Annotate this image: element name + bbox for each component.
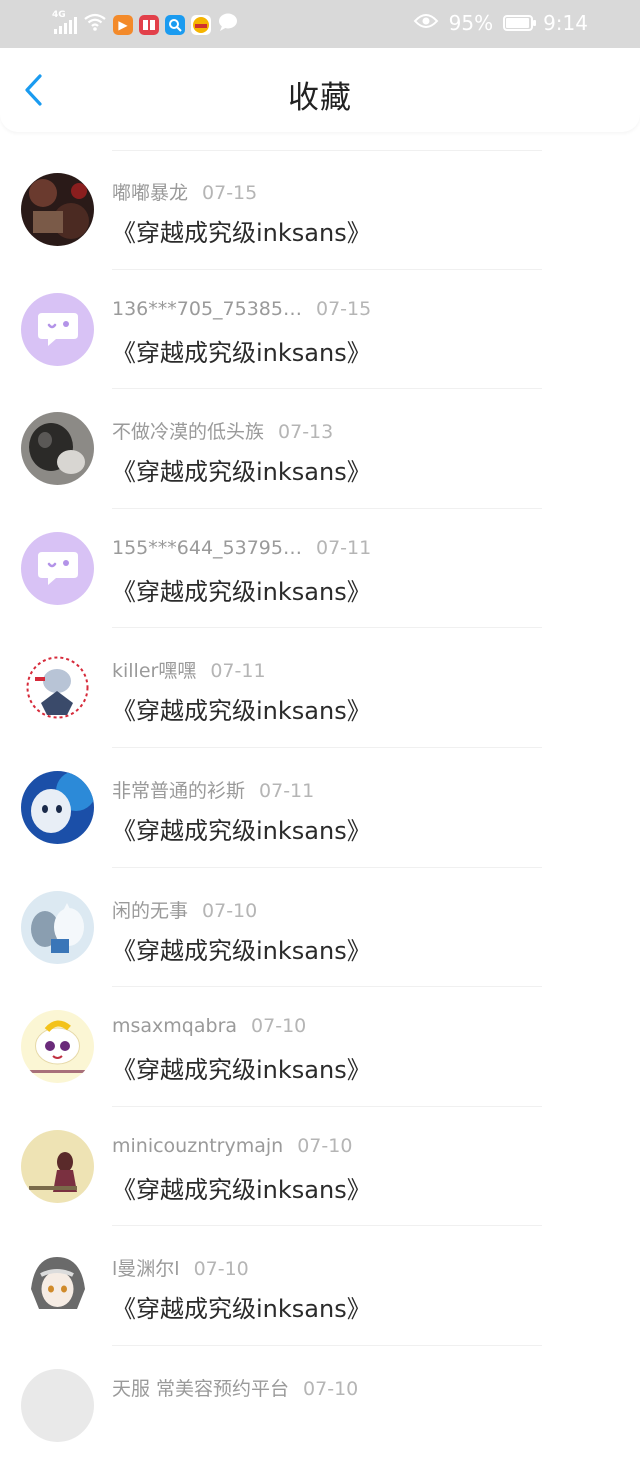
clock-time: 9:14 [543,11,588,35]
date: 07-13 [278,421,334,444]
book-title[interactable]: 《穿越成究级inksans》 [112,452,371,487]
anime-blue-avatar[interactable] [21,770,94,844]
book-title[interactable]: 《穿越成究级inksans》 [112,1170,371,1205]
list-item[interactable]: msaxmqabra 07-10 《穿越成究级inksans》 [0,987,640,1107]
page-title: 收藏 [288,80,352,116]
list-item[interactable]: 155***644_53795… 07-11 《穿越成究级inksans》 [0,509,640,629]
cat-photo-avatar[interactable] [21,412,94,486]
list-item[interactable]: 不做冷漠的低头族 07-13 《穿越成究级inksans》 [0,389,640,509]
book-title[interactable]: 《穿越成究级inksans》 [112,811,371,846]
eye-icon [413,11,439,35]
item-meta: 155***644_53795… 07-11 [112,537,371,559]
item-meta: 嘟嘟暴龙 07-15 [112,178,257,205]
date: 07-11 [210,660,266,683]
item-meta: 天服 常美容预约平台 07-10 [112,1374,358,1401]
date: 07-10 [303,1377,359,1400]
item-meta: killer嘿嘿 07-11 [112,656,266,683]
status-left-icons: 4G ▶ [52,10,239,37]
status-right-icons: 95% 9:14 [413,11,588,35]
list-item[interactable]: killer嘿嘿 07-11 《穿越成究级inksans》 [0,628,640,748]
book-title[interactable]: 《穿越成究级inksans》 [112,691,371,726]
signal-icon: 4G [52,10,77,34]
chat-bubble-icon [217,12,239,37]
partial-avatar[interactable] [21,1368,94,1442]
item-meta: 闲的无事 07-10 [112,896,257,923]
username[interactable]: 155***644_53795… [112,537,302,559]
default-chat-avatar[interactable] [21,292,94,366]
status-bar: 4G ▶ 95% 9:14 [0,0,640,48]
book-app-icon [139,14,159,35]
username[interactable]: 天服 常美容预约平台 [112,1378,289,1400]
book-title[interactable]: 《穿越成究级inksans》 [112,333,371,368]
date: 07-10 [251,1015,307,1038]
cartoon-face-avatar[interactable] [21,1010,94,1084]
username[interactable]: msaxmqabra [112,1015,237,1037]
item-meta: 非常普通的衫斯 07-11 [112,776,314,803]
date: 07-10 [193,1258,249,1281]
book-title[interactable]: 《穿越成究级inksans》 [112,572,371,607]
username[interactable]: minicouzntrymajn [112,1135,283,1157]
date: 07-11 [259,779,315,802]
wifi-icon [83,12,107,37]
date: 07-10 [202,899,258,922]
default-chat-avatar[interactable] [21,531,94,605]
date: 07-10 [297,1134,353,1157]
favorites-list: 嘟嘟暴龙 07-15 《穿越成究级inksans》 136***705_75385… [0,150,640,1466]
username[interactable]: 嘟嘟暴龙 [112,182,188,204]
anime-girl-avatar[interactable] [21,1129,94,1203]
list-item[interactable]: 136***705_75385… 07-15 《穿越成究级inksans》 [0,270,640,390]
username[interactable]: 闲的无事 [112,900,188,922]
item-meta: minicouzntrymajn 07-10 [112,1135,352,1157]
search-app-icon [165,14,185,35]
username[interactable]: killer嘿嘿 [112,660,196,682]
list-item[interactable]: l曼渊尔l 07-10 《穿越成究级inksans》 [0,1226,640,1346]
anime-white-hair-avatar[interactable] [21,1249,94,1323]
date: 07-11 [315,536,372,559]
book-title[interactable]: 《穿越成究级inksans》 [112,213,371,248]
list-item[interactable]: 非常普通的衫斯 07-11 《穿越成究级inksans》 [0,748,640,868]
network-type: 4G [52,9,66,20]
list-item[interactable]: 嘟嘟暴龙 07-15 《穿越成究级inksans》 [0,150,640,270]
book-title[interactable]: 《穿越成究级inksans》 [112,1050,371,1085]
game-app-icon [191,14,211,35]
item-meta: 136***705_75385… 07-15 [112,298,371,320]
date: 07-15 [315,297,372,320]
item-meta: msaxmqabra 07-10 [112,1015,306,1037]
anime-cats-avatar[interactable] [21,890,94,964]
battery-percent: 95% [448,11,494,35]
list-item[interactable]: minicouzntrymajn 07-10 《穿越成究级inksans》 [0,1107,640,1227]
video-app-icon: ▶ [113,14,133,35]
list-item[interactable]: 天服 常美容预约平台 07-10 [0,1346,640,1466]
battery-level [506,18,529,28]
book-title[interactable]: 《穿越成究级inksans》 [112,1289,371,1324]
anime-red-avatar[interactable] [21,651,94,725]
date: 07-15 [202,182,258,204]
photo-dark-avatar[interactable] [21,173,94,246]
username[interactable]: 不做冷漠的低头族 [112,421,264,443]
username[interactable]: 非常普通的衫斯 [112,780,245,802]
battery-icon [503,15,537,31]
username[interactable]: l曼渊尔l [112,1258,180,1280]
book-title[interactable]: 《穿越成究级inksans》 [112,931,371,966]
list-item[interactable]: 闲的无事 07-10 《穿越成究级inksans》 [0,868,640,988]
nav-bar: 收藏 [0,48,640,132]
item-meta: l曼渊尔l 07-10 [112,1254,249,1281]
username[interactable]: 136***705_75385… [112,298,302,320]
item-meta: 不做冷漠的低头族 07-13 [112,417,333,444]
